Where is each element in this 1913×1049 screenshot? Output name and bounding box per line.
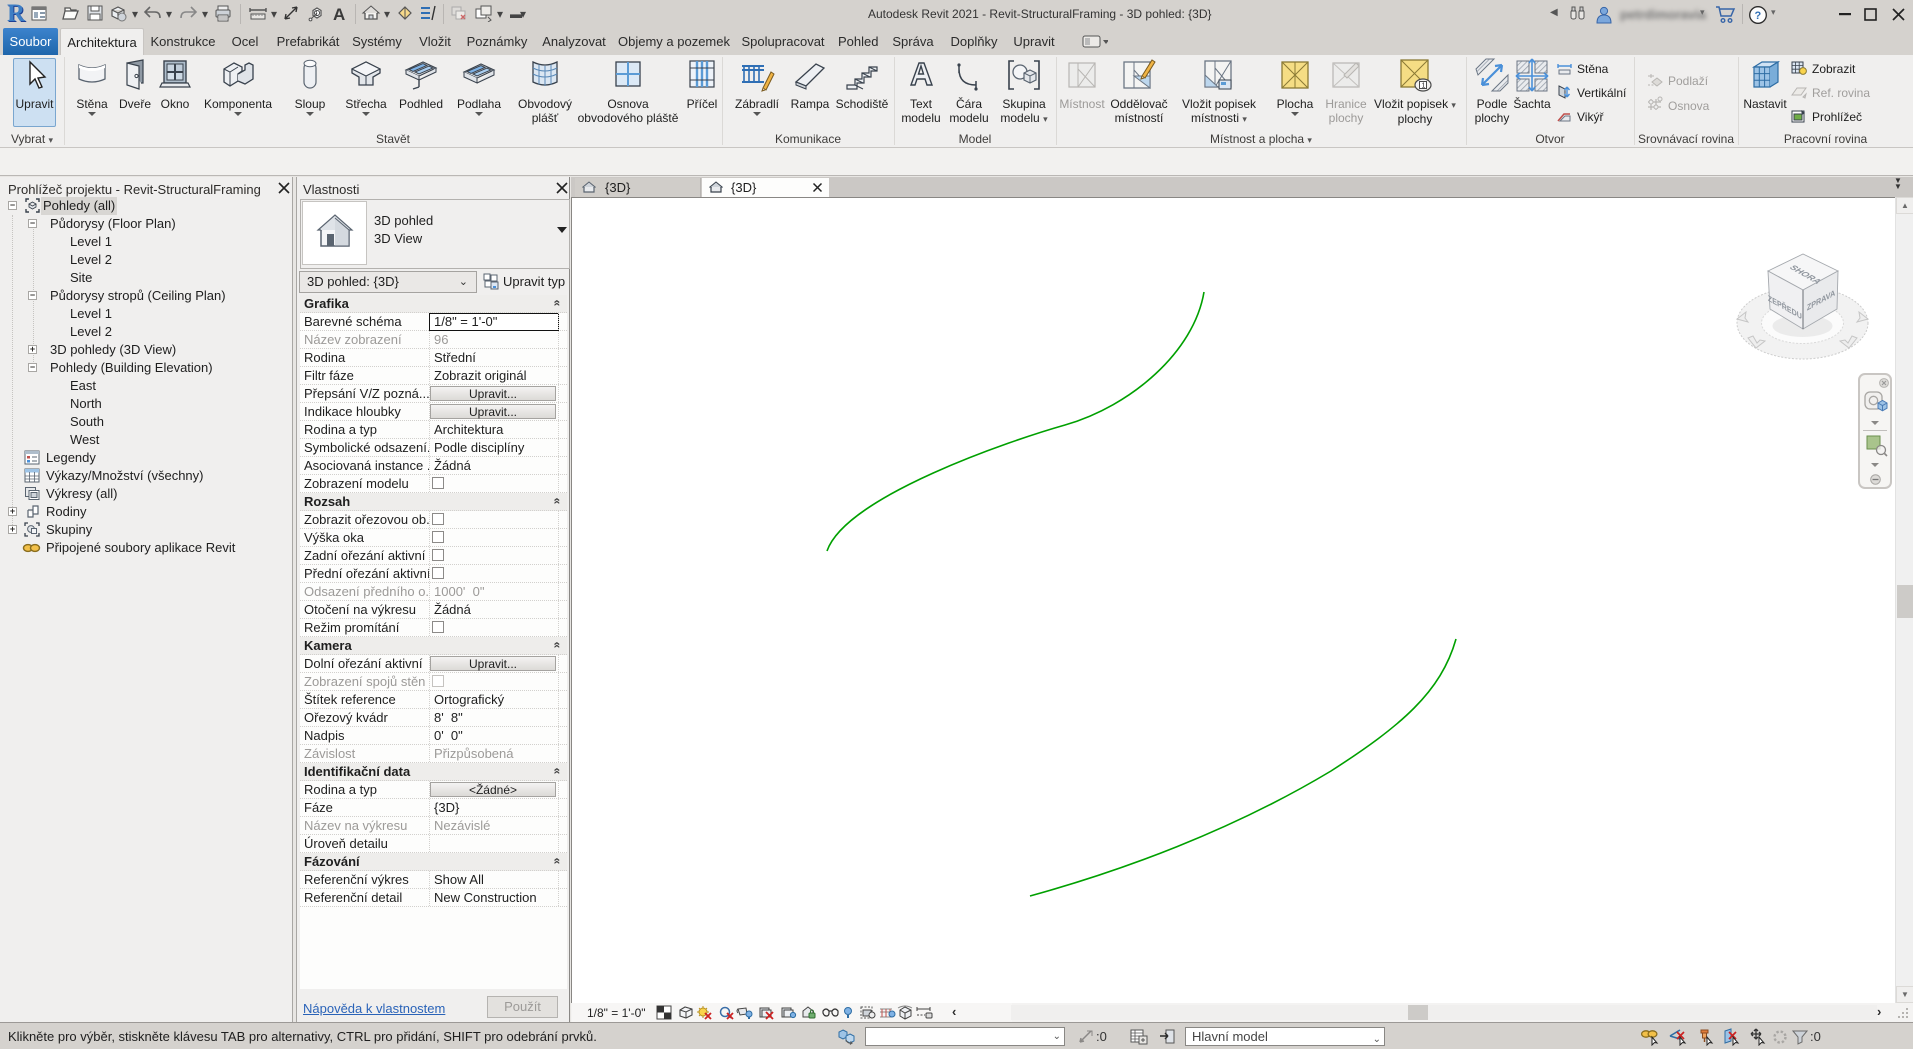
svg-text:R: R (7, 2, 26, 26)
svg-text:?: ? (1755, 10, 1762, 22)
svg-text:1: 1 (1422, 83, 1426, 90)
svg-text:A: A (333, 5, 345, 22)
